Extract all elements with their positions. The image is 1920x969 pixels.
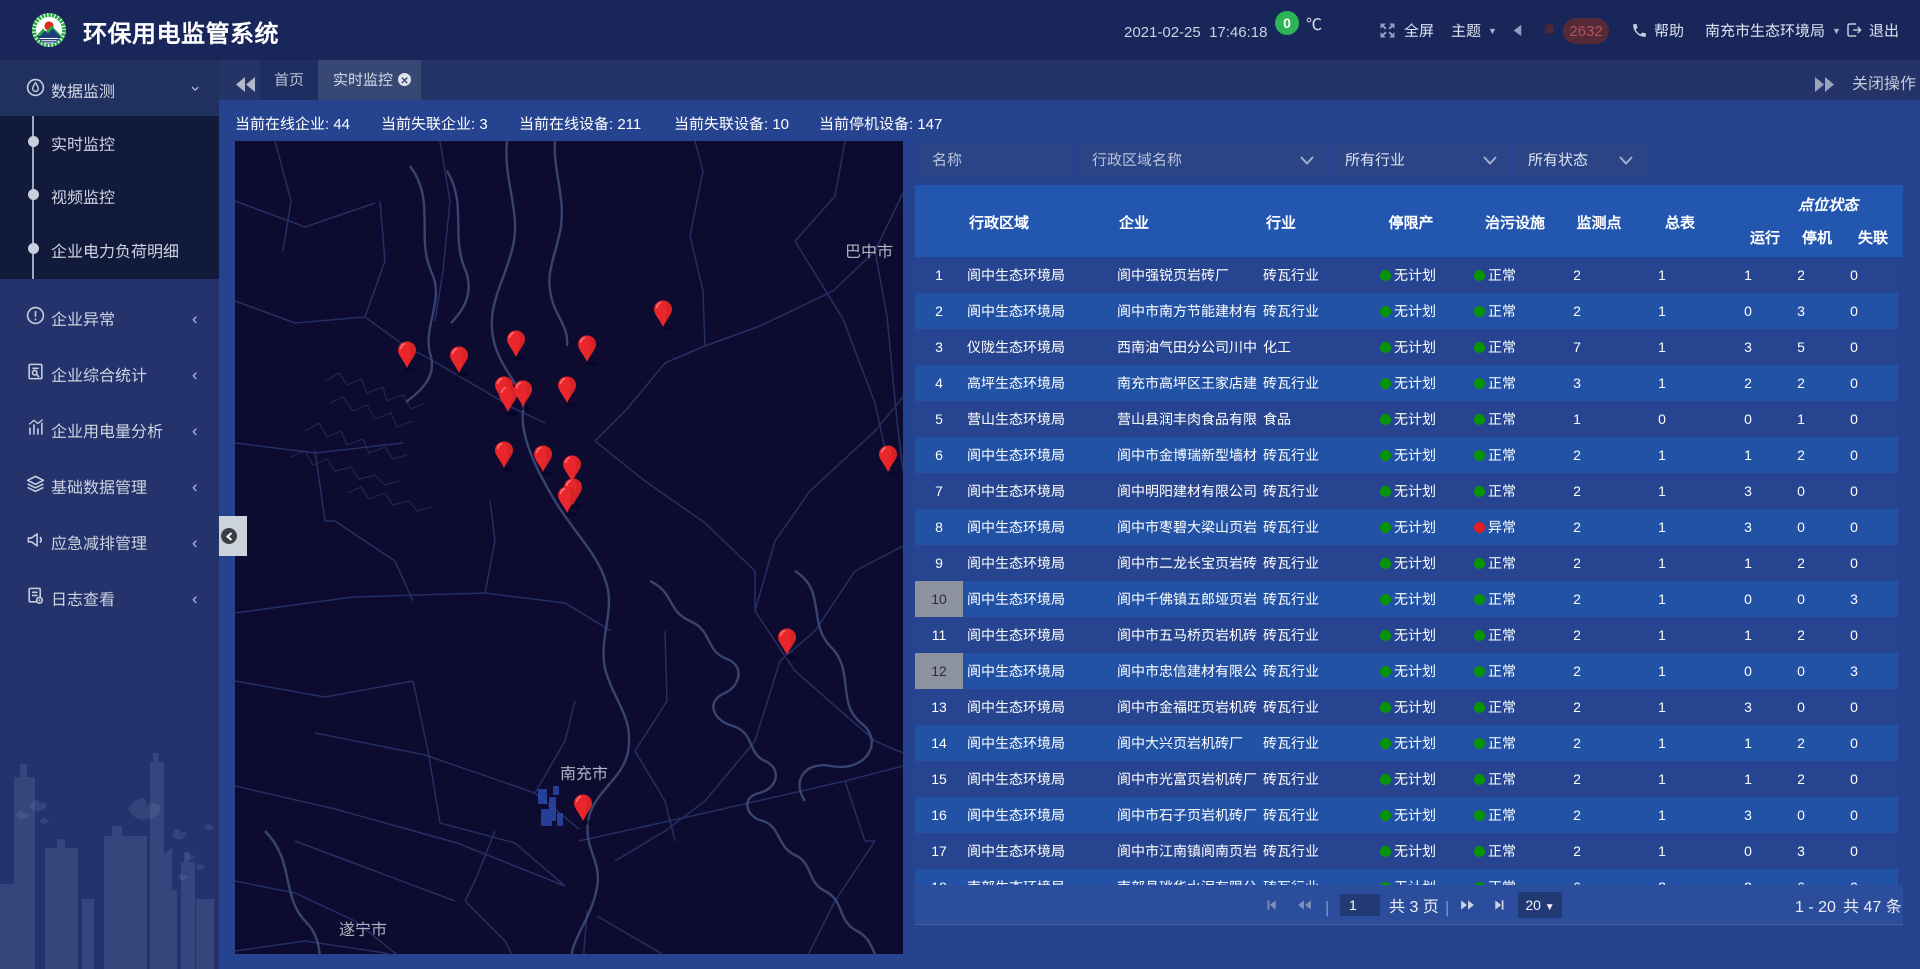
svg-text:遂宁市: 遂宁市 bbox=[339, 916, 387, 940]
svg-text:南充市: 南充市 bbox=[560, 760, 608, 784]
svg-text:巴中市: 巴中市 bbox=[845, 238, 893, 262]
